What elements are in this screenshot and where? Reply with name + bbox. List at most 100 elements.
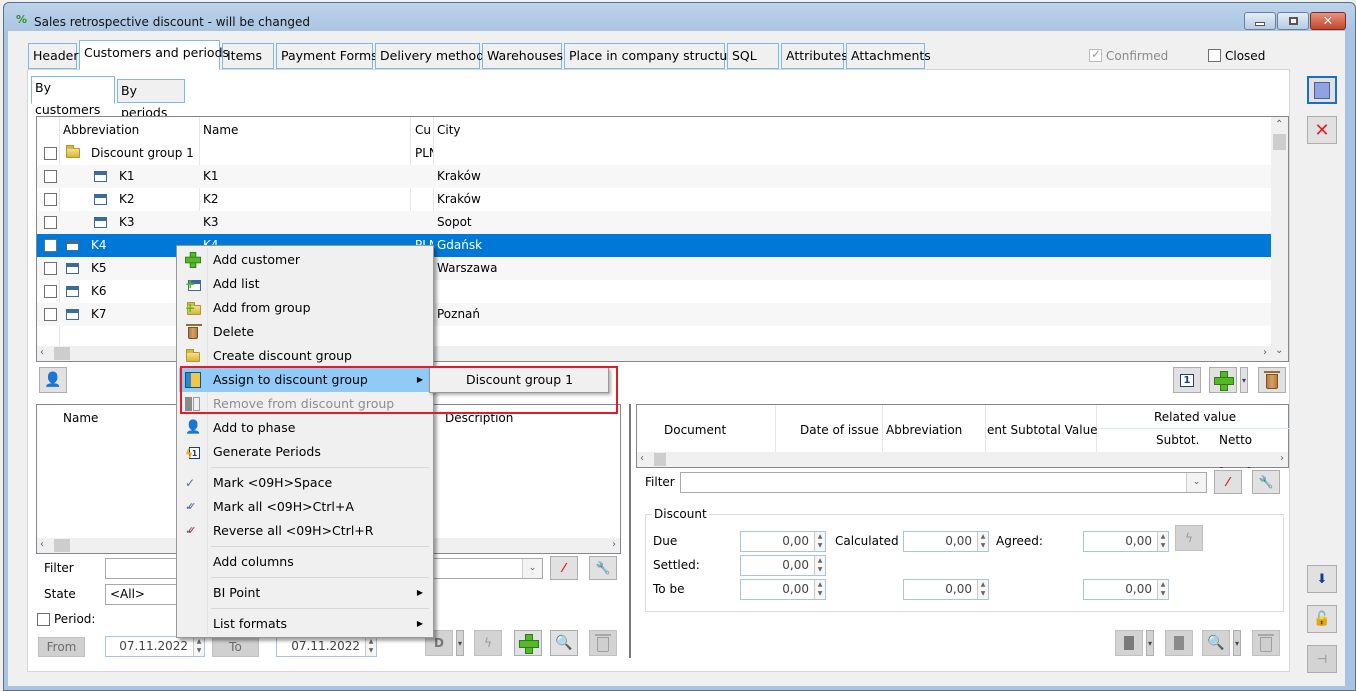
tab-attributes[interactable]: Attributes <box>781 43 848 69</box>
minimize-button[interactable] <box>1244 12 1276 30</box>
settled-input[interactable]: 0,00 ▲ ▼ <box>740 555 826 576</box>
scroll-thumb[interactable] <box>1273 134 1286 150</box>
tab-header[interactable]: Header <box>28 43 79 69</box>
table-row[interactable]: K3 K3 Sopot <box>37 211 1271 234</box>
spinner[interactable]: ▲ ▼ <box>1157 580 1168 599</box>
column-header-date-of-issue[interactable]: Date of issue <box>800 419 879 441</box>
row-checkbox[interactable] <box>44 170 57 183</box>
spinner[interactable]: ▲ ▼ <box>814 580 825 599</box>
clear-filter-button[interactable]: ⁄ <box>1214 470 1242 494</box>
save-button[interactable] <box>1307 76 1337 104</box>
spinner[interactable]: ▲ ▼ <box>977 580 988 599</box>
filter-settings-button[interactable]: 🔧 <box>589 556 617 580</box>
maximize-button[interactable] <box>1277 12 1309 30</box>
scroll-down-icon[interactable]: ⌄ <box>1275 345 1283 356</box>
scroll-left-icon[interactable]: ‹ <box>640 453 644 464</box>
delete-document-button[interactable] <box>1252 630 1280 656</box>
preview-button[interactable]: 🔍 <box>1202 630 1230 656</box>
row-checkbox[interactable] <box>44 285 57 298</box>
scroll-up-icon[interactable]: ⌃ <box>1275 119 1283 130</box>
unassign-button[interactable] <box>1165 630 1193 656</box>
close-button[interactable]: ✕ <box>1310 12 1346 30</box>
search-button[interactable]: 🔍 <box>550 630 578 656</box>
row-checkbox[interactable] <box>44 308 57 321</box>
from-date-input[interactable]: 07.11.2022 ▲ ▼ <box>105 636 205 657</box>
scroll-thumb[interactable] <box>54 539 70 552</box>
menu-item-add-list[interactable]: + Add list <box>179 272 431 296</box>
table-row[interactable]: K1 K1 Kraków <box>37 165 1271 188</box>
preview-dropdown[interactable]: ▾ <box>1233 630 1241 656</box>
due-input[interactable]: 0,00 ▲ ▼ <box>740 531 826 552</box>
pin-button[interactable]: ⊣ <box>1307 645 1337 673</box>
calculate-discount-button[interactable]: ϟ <box>1175 525 1203 551</box>
menu-item-delete[interactable]: Delete <box>179 320 431 344</box>
spinner[interactable]: ▲ ▼ <box>814 556 825 575</box>
to-be-input[interactable]: 0,00 ▲ ▼ <box>740 579 826 600</box>
tab-payment-forms[interactable]: Payment Forms <box>276 43 378 69</box>
documents-filter-input[interactable] <box>680 472 1207 493</box>
tab-warehouses[interactable]: Warehouses <box>482 43 563 69</box>
column-header-netto[interactable]: Netto [PLN] <box>1219 429 1288 469</box>
calculated-input[interactable]: 0,00 ▲ ▼ <box>903 531 989 552</box>
menu-item-create-discount-group[interactable]: Create discount group <box>179 344 431 368</box>
menu-item-bi-point[interactable]: BI Point ▶ <box>179 581 431 605</box>
to-date-input[interactable]: 07.11.2022 ▲ ▼ <box>276 636 377 657</box>
delete-button[interactable] <box>1258 367 1286 393</box>
menu-item-assign-to-discount-group[interactable]: Assign to discount group ▶ <box>179 368 431 392</box>
column-header-name[interactable]: Name <box>203 119 238 141</box>
menu-item-list-formats[interactable]: List formats ▶ <box>179 612 431 636</box>
menu-item-generate-periods[interactable]: 1ϟ Generate Periods <box>179 440 431 464</box>
generate-periods-button[interactable]: 1 <box>1173 367 1201 393</box>
spinner[interactable]: ▲ ▼ <box>977 532 988 551</box>
assign-button[interactable] <box>1115 630 1143 656</box>
add-button[interactable] <box>1209 367 1237 393</box>
filter-dropdown-icon[interactable]: ⌄ <box>522 559 542 578</box>
menu-item-add-to-phase[interactable]: 👤 Add to phase <box>179 416 431 440</box>
row-checkbox[interactable] <box>44 193 57 206</box>
tab-sql[interactable]: SQL <box>727 43 779 69</box>
unlock-button[interactable]: 🔓 <box>1307 605 1337 633</box>
date-spinner[interactable]: ▲ ▼ <box>193 637 204 656</box>
column-header-subtotal-value[interactable]: ent Subtotal Value <box>987 419 1098 441</box>
menu-item-add-from-group[interactable]: + Add from group <box>179 296 431 320</box>
date-spinner[interactable]: ▲ ▼ <box>365 637 376 656</box>
column-header-abbreviation[interactable]: Abbreviation <box>886 419 962 441</box>
row-checkbox[interactable] <box>44 216 57 229</box>
tab-place-in-company-structure[interactable]: Place in company structure <box>564 43 740 69</box>
column-header-subtotal[interactable]: Subtot. <box>1156 429 1199 451</box>
row-checkbox[interactable] <box>44 147 57 160</box>
menu-item-mark-all[interactable]: ✓✓ Mark all <09H>Ctrl+A <box>179 495 431 519</box>
confirmed-checkbox[interactable]: ✓ <box>1089 47 1102 62</box>
scroll-thumb[interactable] <box>54 347 70 360</box>
add-phase-button[interactable] <box>514 630 542 656</box>
column-header-abbreviation[interactable]: Abbreviation <box>63 119 139 141</box>
state-select[interactable]: <All> <box>105 584 185 605</box>
clear-filter-button[interactable]: ⁄ <box>550 556 578 580</box>
menu-item-mark[interactable]: ✓ Mark <09H>Space <box>179 471 431 495</box>
tab-items[interactable]: Items <box>222 43 274 69</box>
filter-dropdown-icon[interactable]: ⌄ <box>1186 473 1206 492</box>
menu-item-reverse-all[interactable]: ✓✓ Reverse all <09H>Ctrl+R <box>179 519 431 543</box>
from-button[interactable]: From <box>38 637 85 657</box>
delete-phase-button[interactable] <box>589 630 617 656</box>
column-header-city[interactable]: City <box>437 119 461 141</box>
scroll-right-icon[interactable]: › <box>1280 453 1284 464</box>
menu-item-add-customer[interactable]: Add customer <box>179 248 431 272</box>
tab-customers-and-periods[interactable]: Customers and periods <box>79 40 229 70</box>
scroll-left-icon[interactable]: ‹ <box>40 347 44 358</box>
assign-dropdown[interactable]: ▾ <box>1146 630 1154 656</box>
vertical-scrollbar[interactable]: ⌃ ⌄ <box>1271 117 1288 361</box>
scroll-right-icon[interactable]: › <box>612 539 616 550</box>
scroll-thumb[interactable] <box>654 453 666 466</box>
scroll-right-icon[interactable]: › <box>1263 347 1267 358</box>
period-checkbox[interactable] <box>37 613 50 626</box>
menu-item-add-columns[interactable]: Add columns <box>179 550 431 574</box>
column-header-name[interactable]: Name <box>63 407 98 429</box>
panel-splitter[interactable] <box>629 404 631 658</box>
submenu-item-discount-group-1[interactable]: Discount group 1 <box>432 368 606 392</box>
table-row[interactable]: K2 K2 Kraków <box>37 188 1271 211</box>
horizontal-scrollbar[interactable]: ‹ › <box>637 452 1288 467</box>
spinner[interactable]: ▲ ▼ <box>814 532 825 551</box>
agreed-to-be-input[interactable]: 0,00 ▲ ▼ <box>1083 579 1169 600</box>
menu-item-remove-from-discount-group[interactable]: Remove from discount group <box>179 392 431 416</box>
